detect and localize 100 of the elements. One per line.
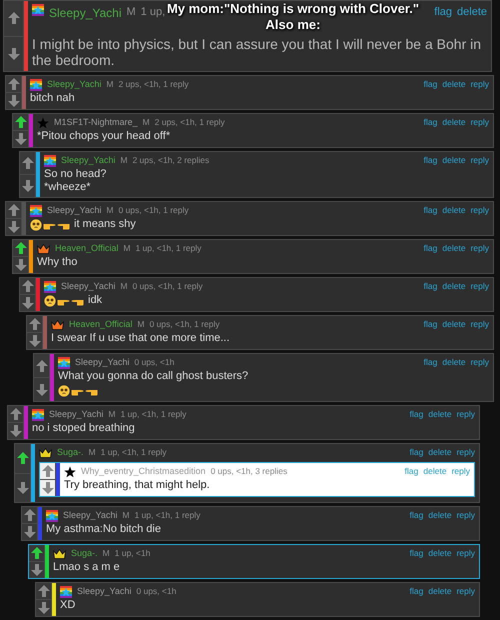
upvote-arrow-icon[interactable] — [8, 12, 20, 24]
username-link[interactable]: M1SF1T-Nightmare_ — [54, 116, 138, 130]
upvote-arrow-icon[interactable] — [14, 242, 26, 254]
downvote-arrow-icon[interactable] — [38, 602, 50, 614]
upvote-arrow-icon[interactable] — [28, 318, 40, 330]
downvote-arrow-icon[interactable] — [30, 564, 42, 576]
comment-action-link[interactable]: reply — [456, 446, 475, 459]
username-link[interactable]: Sleepy_Yachi — [75, 356, 130, 370]
comment-action-link[interactable]: flag — [404, 465, 418, 478]
username-link[interactable]: Suga-. — [57, 446, 84, 460]
comment-action-link[interactable]: delete — [428, 585, 452, 598]
upvote-arrow-icon[interactable] — [8, 78, 20, 90]
username-link[interactable]: Why_eventry_Christmasedition — [81, 464, 206, 478]
comment-action-link[interactable]: flag — [410, 585, 424, 598]
comment-meta: 0 ups, <1h — [136, 585, 176, 598]
comment-action-link[interactable]: delete — [428, 547, 452, 560]
comment-meta: 1 up, <1h, 1 reply — [135, 242, 202, 255]
comment-action-link[interactable]: flag — [424, 116, 438, 129]
comment-action-link[interactable]: delete — [428, 509, 452, 522]
comment-action-link[interactable]: reply — [452, 465, 470, 478]
mod-mark: M — [108, 408, 116, 421]
comment-action-link[interactable]: flag — [410, 408, 424, 421]
comment-action-link[interactable]: reply — [456, 547, 475, 560]
username-link[interactable]: Sleepy_Yachi — [77, 584, 132, 598]
comment-action-link[interactable]: delete — [442, 116, 466, 129]
comment-action-link[interactable]: flag — [424, 356, 438, 369]
downvote-arrow-icon[interactable] — [16, 482, 28, 494]
downvote-arrow-icon[interactable] — [14, 259, 26, 271]
upvote-arrow-icon[interactable] — [38, 585, 50, 597]
username-link[interactable]: Sleepy_Yachi — [49, 4, 122, 22]
comment-meta: 0 ups, <1h, 1 reply — [118, 204, 189, 217]
comment-action-link[interactable]: flag — [424, 280, 438, 293]
comment-text: Why tho — [37, 256, 78, 269]
upvote-arrow-icon[interactable] — [8, 204, 20, 216]
comment-action-link[interactable]: flag — [424, 78, 438, 91]
username-link[interactable]: Sleepy_Yachi — [61, 280, 116, 294]
comment-action-link[interactable]: flag — [424, 204, 438, 217]
comment-action-link[interactable]: delete — [442, 280, 466, 293]
comment-action-link[interactable]: reply — [456, 585, 475, 598]
comment-action-link[interactable]: reply — [470, 242, 489, 255]
comment-action-link[interactable]: delete — [442, 318, 466, 331]
comment-action-link[interactable]: flag — [424, 242, 438, 255]
downvote-arrow-icon[interactable] — [36, 384, 48, 396]
comment-action-link[interactable]: delete — [442, 356, 466, 369]
comment-action-link[interactable]: flag — [424, 154, 438, 167]
username-link[interactable]: Sleepy_Yachi — [63, 508, 118, 522]
downvote-arrow-icon[interactable] — [8, 221, 20, 233]
comment-action-link[interactable]: delete — [442, 154, 466, 167]
downvote-arrow-icon[interactable] — [14, 133, 26, 145]
comment-action-link[interactable]: reply — [470, 280, 489, 293]
downvote-arrow-icon[interactable] — [8, 95, 20, 107]
upvote-arrow-icon[interactable] — [16, 452, 28, 464]
upvote-arrow-icon[interactable] — [22, 157, 34, 169]
upvote-arrow-icon[interactable] — [30, 547, 42, 559]
comment-action-link[interactable]: flag — [410, 446, 424, 459]
downvote-arrow-icon[interactable] — [22, 180, 34, 192]
comment-action-link[interactable]: reply — [470, 154, 489, 167]
downvote-arrow-icon[interactable] — [24, 526, 36, 538]
upvote-arrow-icon[interactable] — [22, 280, 34, 292]
comment-action-link[interactable]: reply — [470, 356, 489, 369]
comment-action-link[interactable]: delete — [442, 78, 466, 91]
upvote-arrow-icon[interactable] — [36, 360, 48, 372]
comment-action-link[interactable]: flag — [434, 4, 452, 20]
username-link[interactable]: Heaven_Official — [55, 242, 118, 256]
comment-action-link[interactable]: reply — [456, 509, 475, 522]
comment-action-link[interactable]: delete — [442, 242, 466, 255]
comment-action-link[interactable]: flag — [410, 509, 424, 522]
mod-mark: M — [123, 242, 130, 255]
meme-caption: My mom:"Nothing is wrong with Clover." — [166, 1, 420, 17]
downvote-arrow-icon[interactable] — [10, 425, 22, 437]
comment-action-link[interactable]: reply — [470, 78, 489, 91]
comment-text: My asthma:No bitch die — [46, 523, 162, 536]
comment-text: no i stoped breathing — [32, 422, 136, 435]
comment-meta: 2 ups, <1h, 1 reply — [118, 78, 189, 91]
comment-action-link[interactable]: delete — [428, 446, 452, 459]
upvote-arrow-icon[interactable] — [42, 465, 54, 477]
username-link[interactable]: Suga-. — [71, 546, 98, 560]
comment-action-link[interactable]: flag — [410, 547, 424, 560]
downvote-arrow-icon[interactable] — [22, 297, 34, 309]
comment-action-link[interactable]: flag — [424, 318, 438, 331]
downvote-arrow-icon[interactable] — [42, 482, 54, 494]
comment-action-link[interactable]: delete — [457, 4, 487, 20]
comment-action-link[interactable]: reply — [470, 204, 489, 217]
upvote-arrow-icon[interactable] — [14, 116, 26, 128]
upvote-arrow-icon[interactable] — [10, 408, 22, 420]
comment-action-link[interactable]: delete — [442, 204, 466, 217]
comment-text: Lmao s a m e — [53, 561, 121, 574]
downvote-arrow-icon[interactable] — [8, 48, 20, 60]
comment-action-link[interactable]: delete — [423, 465, 447, 478]
upvote-arrow-icon[interactable] — [24, 509, 36, 521]
comment-action-link[interactable]: delete — [428, 408, 452, 421]
comment-action-link[interactable]: reply — [470, 318, 489, 331]
comment-action-link[interactable]: reply — [470, 116, 489, 129]
username-link[interactable]: Sleepy_Yachi — [47, 204, 102, 218]
comment-action-link[interactable]: reply — [456, 408, 475, 421]
username-link[interactable]: Sleepy_Yachi — [49, 408, 104, 422]
username-link[interactable]: Heaven_Official — [69, 318, 132, 332]
username-link[interactable]: Sleepy_Yachi — [61, 154, 116, 168]
downvote-arrow-icon[interactable] — [28, 335, 40, 347]
username-link[interactable]: Sleepy_Yachi — [47, 78, 102, 92]
